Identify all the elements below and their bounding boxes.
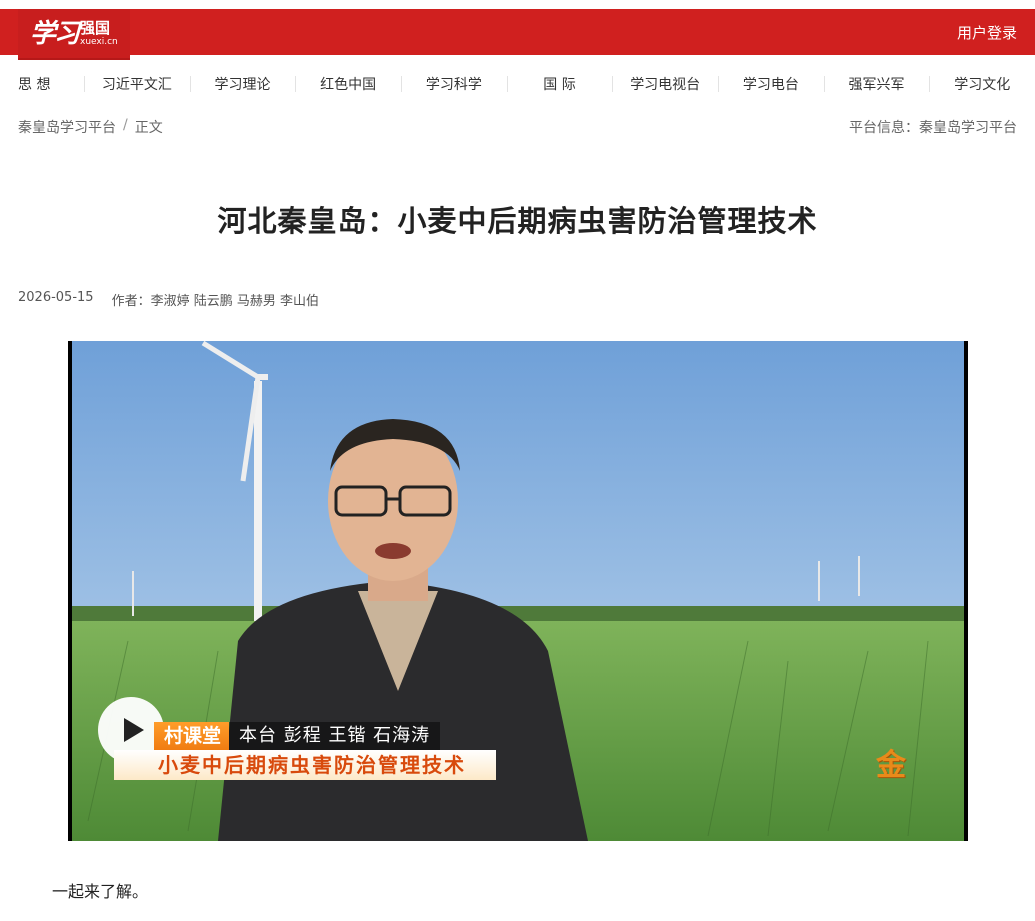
nav-item-xi-wenhui[interactable]: 习近平文汇 [84,74,190,94]
logo-cn: 强国 [80,18,111,37]
article-author: 作者：李淑婷 陆云鹏 马赫男 李山伯 [111,294,319,309]
logo-en: xuexi.cn [80,36,118,47]
channel-logo: 金 [876,748,906,783]
nav-item-military[interactable]: 强军兴军 [823,74,930,94]
logo-script: 学习 [30,18,80,49]
video-player[interactable]: 村课堂 本台 彭程 王锴 石海涛 小麦中后期病虫害防治管理技术 金 [68,341,968,841]
article-meta: 2026-05-15 作者：李淑婷 陆云鹏 马赫男 李山伯 [18,290,319,309]
breadcrumb: 秦皇岛学习平台 / 正文 [18,117,163,137]
login-link[interactable]: 用户登录 [957,22,1017,43]
platform-info-label: 平台信息： [849,120,919,136]
nav-item-theory[interactable]: 学习理论 [189,74,296,94]
caption-names: 本台 彭程 王锴 石海涛 [229,722,441,750]
caption-tag: 村课堂 [154,722,230,750]
nav-item-culture[interactable]: 学习文化 [929,74,1035,94]
caption-line-1: 村课堂 本台 彭程 王锴 石海涛 [154,722,441,750]
breadcrumb-separator: / [123,117,128,133]
platform-info: 平台信息： 秦皇岛学习平台 [849,117,1017,137]
breadcrumb-current: 正文 [134,120,163,136]
site-logo[interactable]: 学习 强国 xuexi.cn [18,9,130,58]
platform-info-value[interactable]: 秦皇岛学习平台 [919,117,1017,137]
play-icon [124,718,144,742]
nav-item-science[interactable]: 学习科学 [401,74,507,94]
nav-item-red-china[interactable]: 红色中国 [295,74,401,94]
nav-item-international[interactable]: 国 际 [506,74,613,94]
top-bar: 学习 强国 xuexi.cn 用户登录 [0,9,1035,58]
nav-item-tv[interactable]: 学习电视台 [612,74,718,94]
nav-item-radio[interactable]: 学习电台 [718,74,824,94]
article-body: 一起来了解。 [52,882,149,901]
breadcrumb-home[interactable]: 秦皇岛学习平台 [18,117,116,137]
article-date: 2026-05-15 [18,290,94,305]
main-nav: 思 想 习近平文汇 学习理论 红色中国 学习科学 国 际 学习电视台 学习电台 … [0,66,1035,102]
nav-item-sixiang[interactable]: 思 想 [0,74,84,94]
caption-title: 小麦中后期病虫害防治管理技术 [114,750,496,780]
article-title: 河北秦皇岛：小麦中后期病虫害防治管理技术 [217,204,818,238]
